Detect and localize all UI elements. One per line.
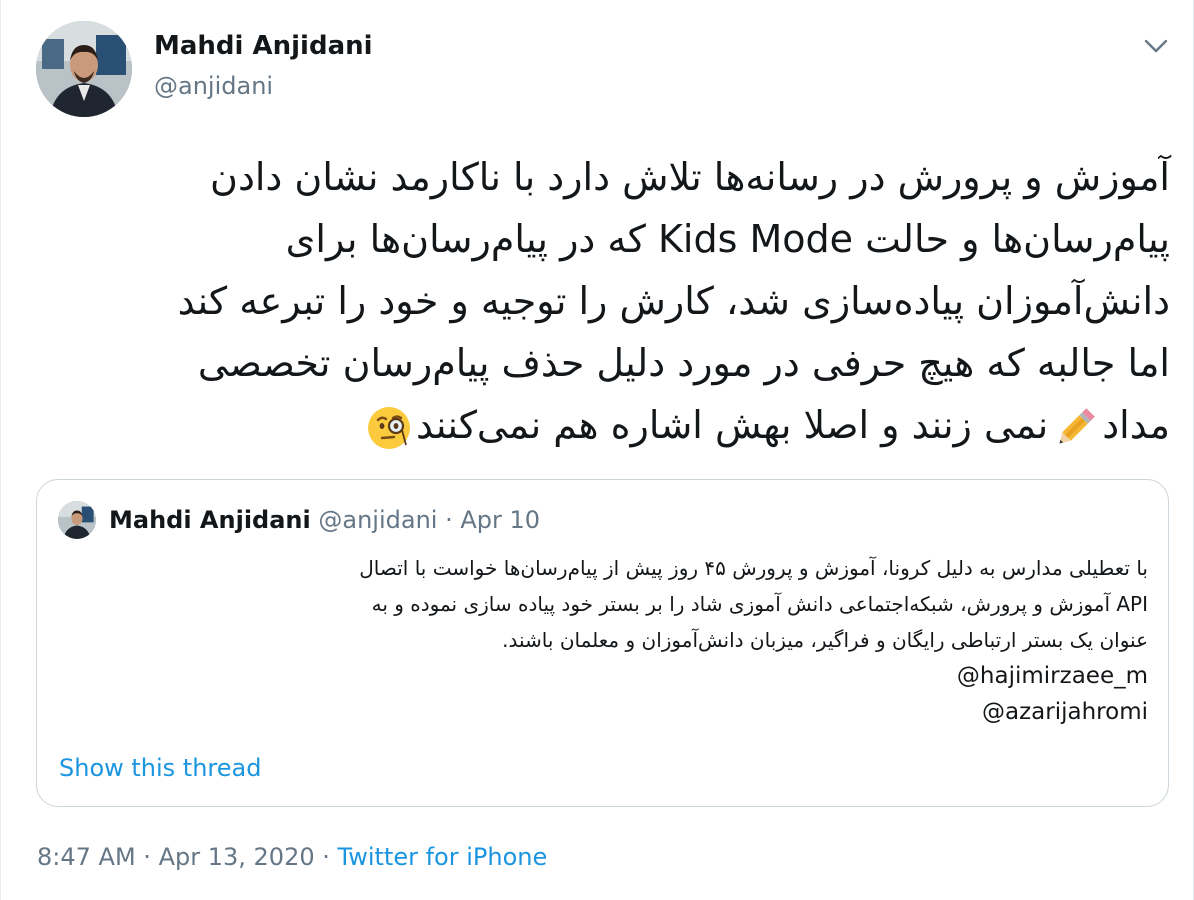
quoted-line: API آموزش و پرورش، شبکه‌اجتماعی دانش آمو… (371, 592, 1148, 616)
separator-dot: · (322, 843, 330, 871)
quoted-author-handle: @anjidani (318, 506, 438, 534)
author-avatar[interactable] (36, 21, 132, 117)
tweet-line: آموزش و پرورش در رسانه‌ها تلاش دارد با ن… (210, 155, 1170, 199)
author-handle[interactable]: @anjidani (154, 72, 273, 100)
quoted-date: Apr 10 (460, 506, 541, 534)
mention-link[interactable]: @azarijahromi (58, 694, 1148, 730)
tweet-source-link[interactable]: Twitter for iPhone (338, 843, 548, 871)
tweet-footer: 8:47 AM · Apr 13, 2020 · Twitter for iPh… (37, 843, 547, 871)
chevron-down-icon[interactable] (1141, 34, 1171, 58)
quoted-text: با تعطیلی مدارس به دلیل کرونا، آموزش و پ… (58, 550, 1148, 730)
quoted-author-name: Mahdi Anjidani (109, 506, 311, 534)
quoted-line: عنوان یک بستر ارتباطی رایگان و فراگیر، م… (502, 628, 1148, 652)
tweet-time[interactable]: 8:47 AM (37, 843, 136, 871)
tweet-phrase: نمی زنند و اصلا بهش اشاره هم نمی‌کنند (415, 403, 1049, 447)
separator-dot: · (143, 843, 151, 871)
tweet-line: دانش‌آموزان پیاده‌سازی شد، کارش را توجیه… (177, 279, 1170, 323)
tweet-line: پیام‌رسان‌ها و حالت Kids Mode که در پیام… (285, 217, 1170, 261)
show-thread-link[interactable]: Show this thread (59, 754, 261, 782)
face-with-monocle-icon (366, 405, 412, 451)
tweet-line-last: مداد نمی زنند و اصلا بهش اشاره هم نمی‌کن… (60, 394, 1170, 456)
author-name[interactable]: Mahdi Anjidani (154, 31, 373, 61)
quoted-header: Mahdi Anjidani @anjidani · Apr 10 (109, 506, 540, 534)
separator-dot: · (445, 506, 453, 534)
quoted-author-avatar (58, 501, 96, 539)
quoted-tweet-card[interactable]: Mahdi Anjidani @anjidani · Apr 10 با تعط… (36, 479, 1169, 807)
tweet-line: اما جالبه که هیچ حرفی در مورد دلیل حذف پ… (197, 341, 1170, 385)
quoted-line: با تعطیلی مدارس به دلیل کرونا، آموزش و پ… (359, 556, 1148, 580)
tweet-text: آموزش و پرورش در رسانه‌ها تلاش دارد با ن… (60, 146, 1170, 456)
mention-link[interactable]: @hajimirzaee_m (58, 658, 1148, 694)
tweet-word: مداد (1102, 403, 1170, 447)
pencil-icon (1052, 405, 1098, 451)
tweet-date[interactable]: Apr 13, 2020 (159, 843, 315, 871)
